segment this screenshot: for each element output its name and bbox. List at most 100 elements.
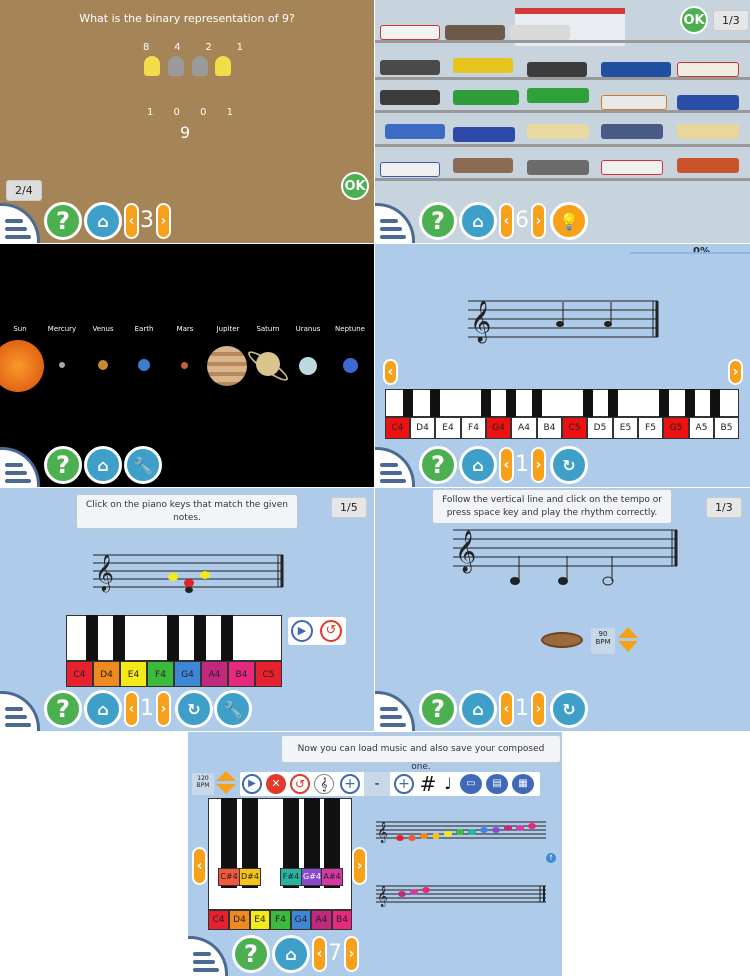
key-c5[interactable]: C5 [562,417,587,439]
scroll-up-icon[interactable]: ↑ [546,853,556,863]
key-c4[interactable]: C4 [66,661,93,687]
play-icon[interactable]: ▶ [291,620,313,642]
train-car[interactable] [380,162,440,177]
ok-button[interactable]: OK [341,172,369,200]
next-level-button[interactable]: › [156,203,171,239]
train-car[interactable] [510,25,570,40]
venus[interactable] [98,360,108,370]
help-button[interactable]: ? [232,935,270,973]
home-button[interactable]: ⌂ [84,202,122,240]
undo-icon[interactable]: ↺ [290,774,310,794]
play-icon[interactable]: ▶ [242,774,262,794]
minus-button[interactable]: - [364,772,390,796]
mars[interactable] [181,362,188,369]
train-car[interactable] [380,60,440,75]
menu-icon[interactable] [375,447,415,487]
menu-icon[interactable] [375,203,415,243]
refresh-button[interactable]: ↻ [175,690,213,728]
train-car[interactable] [601,95,667,110]
key-g4[interactable]: G4 [291,910,311,930]
key-e4[interactable]: E4 [250,910,270,930]
key-d4[interactable]: D4 [410,417,435,439]
train-car[interactable] [380,25,440,40]
key-c4[interactable]: C4 [208,910,229,930]
bpm-up-button[interactable] [618,627,638,638]
menu-icon[interactable] [0,203,40,243]
drum-icon[interactable] [541,632,583,648]
help-button[interactable]: ? [419,202,457,240]
train-car[interactable] [453,90,519,105]
bulb-1-icon[interactable] [215,56,231,76]
prev-level-button[interactable]: ‹ [499,203,514,239]
black-key[interactable] [194,615,206,661]
home-button[interactable]: ⌂ [459,690,497,728]
save-icon[interactable]: ▤ [486,774,508,794]
train-car[interactable] [601,62,671,77]
key-b4[interactable]: B4 [537,417,562,439]
menu-icon[interactable] [375,691,415,731]
clef-icon[interactable]: 𝄞 [314,774,334,794]
bpm-down-button[interactable] [618,641,638,652]
black-key[interactable] [608,389,618,417]
refresh-button[interactable]: ↻ [550,690,588,728]
key-e4[interactable]: E4 [435,417,461,439]
saturn[interactable] [256,352,280,376]
train-car[interactable] [453,127,515,142]
mercury[interactable] [59,362,65,368]
key-a4[interactable]: A4 [511,417,537,439]
key-b5[interactable]: B5 [714,417,739,439]
earth[interactable] [138,359,150,371]
bpm-down-button[interactable] [216,784,236,794]
key-a4[interactable]: A4 [311,910,332,930]
black-key[interactable] [86,615,98,661]
key-c-sharp-4[interactable]: C#4 [218,868,240,886]
key-c5[interactable]: C5 [255,661,282,687]
bpm-up-button[interactable] [216,771,236,781]
add-icon[interactable]: + [394,774,414,794]
next-level-button[interactable]: › [156,691,171,727]
train-car[interactable] [601,124,663,139]
next-octave-button[interactable]: › [728,359,743,385]
help-button[interactable]: ? [44,446,82,484]
bulb-2-icon[interactable] [192,56,208,76]
home-button[interactable]: ⌂ [459,202,497,240]
next-level-button[interactable]: › [531,447,546,483]
menu-icon[interactable] [188,936,228,976]
black-key[interactable] [532,389,542,417]
refresh-button[interactable]: ↻ [550,446,588,484]
train-car[interactable] [453,58,513,73]
delete-icon[interactable]: ✕ [266,774,286,794]
key-f5[interactable]: F5 [638,417,663,439]
prev-level-button[interactable]: ‹ [124,691,139,727]
folder-icon[interactable]: ▭ [460,774,482,794]
neptune[interactable] [343,358,358,373]
prev-level-button[interactable]: ‹ [499,691,514,727]
key-g5[interactable]: G5 [663,417,689,439]
key-d5[interactable]: D5 [587,417,613,439]
key-d-sharp-4[interactable]: D#4 [239,868,261,886]
home-button[interactable]: ⌂ [459,446,497,484]
key-f4[interactable]: F4 [147,661,174,687]
train-car[interactable] [527,160,589,175]
black-key[interactable] [685,389,695,417]
train-car[interactable] [385,124,445,139]
help-button[interactable]: ? [44,690,82,728]
menu-icon[interactable] [0,447,40,487]
home-button[interactable]: ⌂ [84,446,122,484]
key-d4[interactable]: D4 [93,661,120,687]
train-car[interactable] [677,158,739,173]
key-f4[interactable]: F4 [461,417,486,439]
train-car[interactable] [445,25,505,40]
key-c4[interactable]: C4 [385,417,410,439]
ok-button[interactable]: OK [680,6,708,34]
black-key[interactable] [710,389,720,417]
train-car[interactable] [527,62,587,77]
black-key[interactable] [403,389,413,417]
train-car[interactable] [527,124,589,139]
prev-octave-button[interactable]: ‹ [383,359,398,385]
sun[interactable] [0,340,44,392]
prev-level-button[interactable]: ‹ [124,203,139,239]
key-g4[interactable]: G4 [174,661,201,687]
prev-level-button[interactable]: ‹ [312,936,327,972]
train-car[interactable] [677,124,739,139]
